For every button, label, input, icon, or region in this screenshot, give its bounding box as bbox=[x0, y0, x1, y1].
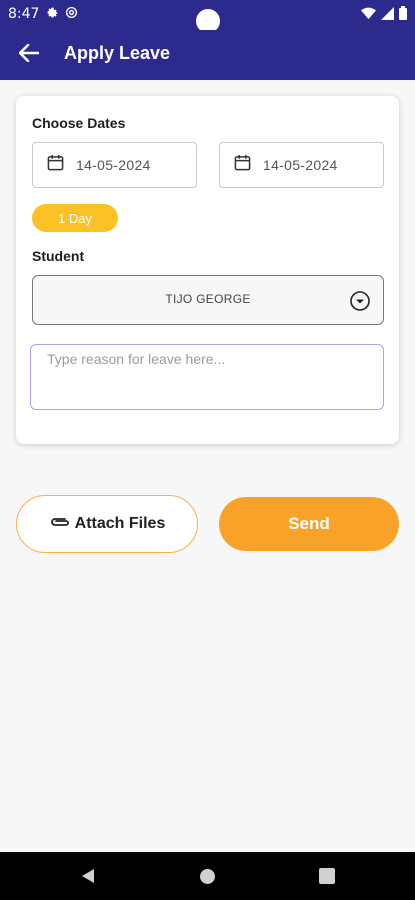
days-count-badge: 1 Day bbox=[32, 204, 118, 232]
student-dropdown[interactable]: TIJO GEORGE bbox=[32, 275, 384, 325]
from-date-field[interactable]: 14-05-2024 bbox=[32, 142, 197, 188]
back-button[interactable] bbox=[14, 40, 44, 70]
system-nav-bar bbox=[0, 852, 415, 900]
battery-icon bbox=[399, 6, 407, 23]
send-label: Send bbox=[288, 514, 330, 533]
nav-home-icon[interactable] bbox=[200, 869, 215, 884]
app-bar: Apply Leave bbox=[0, 30, 415, 80]
to-date-value: 14-05-2024 bbox=[263, 157, 338, 173]
attach-files-button[interactable]: Attach Files bbox=[16, 495, 198, 553]
arrow-left-icon bbox=[18, 43, 40, 67]
status-bar: 8:47 bbox=[0, 0, 415, 33]
leave-reason-input[interactable] bbox=[30, 344, 384, 410]
wifi-icon bbox=[361, 7, 376, 23]
chevron-down-icon bbox=[349, 290, 371, 317]
status-time: 8:47 bbox=[8, 6, 40, 22]
student-label: Student bbox=[32, 248, 85, 264]
calendar-icon bbox=[47, 154, 64, 176]
gear-icon bbox=[46, 6, 59, 22]
paperclip-icon bbox=[49, 515, 71, 533]
at-sign-icon bbox=[65, 6, 78, 22]
student-selected-value: TIJO GEORGE bbox=[165, 292, 251, 306]
nav-recents-icon[interactable] bbox=[319, 868, 335, 884]
from-date-value: 14-05-2024 bbox=[76, 157, 151, 173]
calendar-icon bbox=[234, 154, 251, 176]
send-button[interactable]: Send bbox=[219, 497, 399, 551]
nav-back-icon[interactable] bbox=[80, 868, 96, 889]
dates-label: Choose Dates bbox=[32, 115, 126, 131]
page-title: Apply Leave bbox=[64, 43, 171, 63]
to-date-field[interactable]: 14-05-2024 bbox=[219, 142, 384, 188]
signal-icon bbox=[381, 6, 394, 23]
leave-form-card: Choose Dates 14-05-2024 14-05-2024 1 Day… bbox=[16, 96, 399, 444]
attach-files-label: Attach Files bbox=[74, 515, 166, 532]
